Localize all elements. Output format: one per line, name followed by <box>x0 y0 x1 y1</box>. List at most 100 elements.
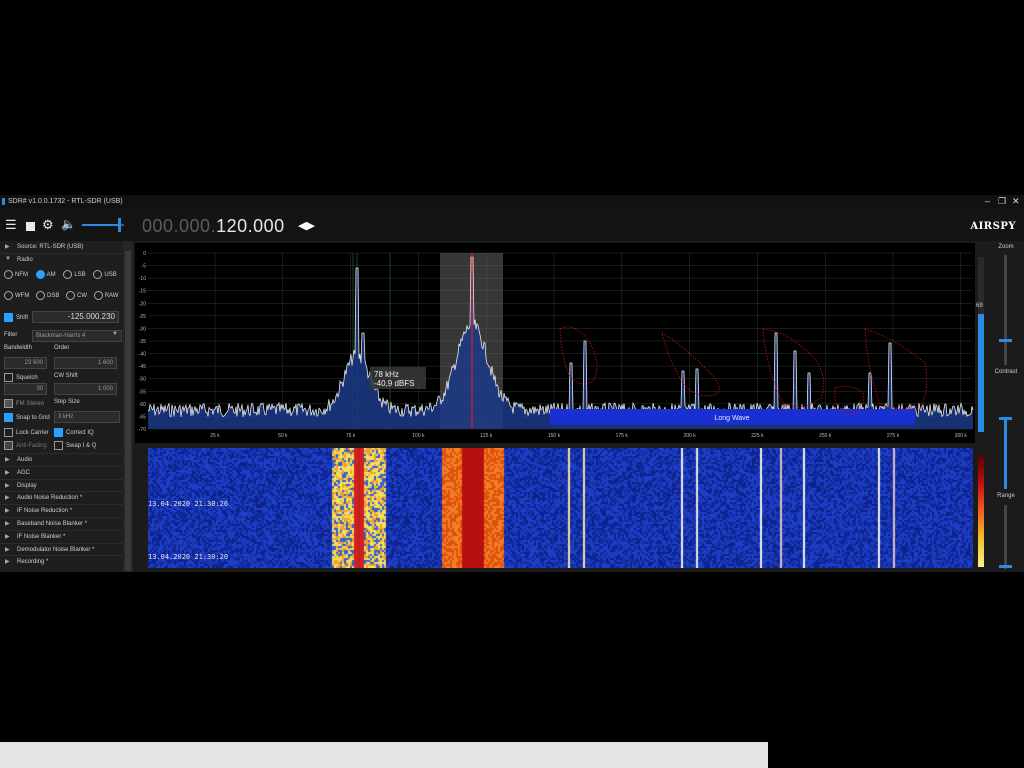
section-demodulator-noise-blanker[interactable]: ▶ Demodulator Noise Blanker * <box>0 542 123 556</box>
x-tick-label: 225 k <box>751 433 764 439</box>
step-size-label: Step Size <box>54 399 80 405</box>
signal-level-fill <box>978 314 984 432</box>
cw-shift-input[interactable]: 1 000 <box>54 383 117 395</box>
volume-slider-knob[interactable] <box>118 218 121 232</box>
x-tick-label: 300 k <box>955 433 968 439</box>
zoom-slider[interactable] <box>1004 255 1007 365</box>
window-title: SDR# v1.0.0.1732 - RTL-SDR (USB) <box>8 198 123 205</box>
bandwidth-label: Bandwidth <box>4 345 33 351</box>
y-tick-label: -40 <box>139 352 146 358</box>
volume-slider[interactable] <box>82 218 124 232</box>
sidebar-scrollbar[interactable] <box>123 241 133 572</box>
maximize-icon[interactable]: ❐ <box>998 196 1006 207</box>
mode-usb[interactable]: USB <box>93 270 117 279</box>
speaker-icon[interactable]: 🔈 <box>61 218 76 231</box>
contrast-slider[interactable] <box>1004 419 1007 489</box>
stop-icon[interactable] <box>26 220 35 233</box>
section-audio[interactable]: ▶ Audio <box>0 453 123 466</box>
frequency-display[interactable]: 000.000.120.000 <box>142 216 285 237</box>
y-tick-label: -55 <box>139 389 146 395</box>
tune-arrows-icon[interactable]: ◀▶ <box>298 219 315 232</box>
waterfall-color-bar <box>978 455 984 567</box>
radio-icon <box>63 270 73 279</box>
shift-checkbox[interactable]: Shift <box>4 313 28 322</box>
section-label: Display <box>17 482 37 489</box>
bandwidth-input[interactable]: 23 600 <box>4 357 47 369</box>
radio-icon <box>4 270 13 279</box>
checkbox-disabled-icon <box>4 441 13 450</box>
checkbox-icon <box>54 441 63 450</box>
section-if-noise-reduction[interactable]: ▶ IF Noise Reduction * <box>0 504 123 517</box>
lock-carrier-checkbox[interactable]: Lock Carrier <box>4 428 49 437</box>
section-source[interactable]: ▶ Source: RTL-SDR (USB) <box>0 241 123 253</box>
y-axis-ticks: 0 -5 -10 -15 -20 -25 -30 -35 -40 -45 -50 -55 -60 -65 -… <box>139 251 146 433</box>
scrollbar-thumb[interactable] <box>125 251 131 571</box>
menu-icon[interactable]: ☰ <box>5 218 17 231</box>
mode-am[interactable]: AM <box>35 270 56 279</box>
expand-arrow-icon: ▶ <box>5 559 10 566</box>
x-tick-label: 175 k <box>616 433 629 439</box>
expand-arrow-icon: ▶ <box>5 244 10 250</box>
section-display[interactable]: ▶ Display <box>0 478 123 492</box>
app-icon <box>2 198 5 205</box>
section-label: AGC <box>17 469 31 476</box>
x-tick-label: 250 k <box>819 433 832 439</box>
gear-icon[interactable]: ⚙ <box>42 218 54 231</box>
mode-nfm[interactable]: NFM <box>4 270 28 279</box>
zoom-slider-knob[interactable] <box>999 339 1012 342</box>
x-tick-label: 25 k <box>210 433 220 439</box>
expand-arrow-icon: ▶ <box>5 482 10 489</box>
y-tick-label: -5 <box>142 264 147 270</box>
mode-wfm[interactable]: WFM <box>4 291 29 300</box>
y-tick-label: -30 <box>139 326 146 332</box>
section-agc[interactable]: ▶ AGC <box>0 465 123 479</box>
step-size-select[interactable]: 3 kHz <box>54 411 120 423</box>
radio-icon <box>36 291 45 300</box>
squelch-checkbox[interactable]: Squelch <box>4 373 38 382</box>
section-if-noise-blanker[interactable]: ▶ IF Noise Blanker * <box>0 529 123 543</box>
spectrum-display[interactable]: Long Wave 0 -5 -10 -15 -20 -25 -30 -35 -40 -45 -50… <box>135 243 975 443</box>
shift-input[interactable]: -125.000.230 <box>32 311 119 323</box>
x-tick-label: 275 k <box>887 433 900 439</box>
filter-select[interactable]: Blackman-Harris 4 <box>32 330 122 342</box>
snap-to-grid-checkbox[interactable]: Snap to Grid <box>4 413 50 422</box>
swap-iq-checkbox[interactable]: Swap I & Q <box>54 441 96 450</box>
section-label: Audio Noise Reduction * <box>17 495 83 502</box>
anti-fading-checkbox[interactable]: Anti-Fading <box>4 441 47 450</box>
cw-shift-label: CW Shift <box>54 373 78 379</box>
section-label: Audio <box>17 457 33 463</box>
fm-stereo-checkbox[interactable]: FM Stereo <box>4 399 44 408</box>
checkbox-icon <box>4 373 13 382</box>
radio-selected-icon <box>35 270 45 279</box>
range-slider[interactable] <box>1004 505 1007 569</box>
source-label: Source: RTL-SDR (USB) <box>17 244 84 250</box>
range-slider-knob[interactable] <box>999 565 1012 568</box>
radio-icon <box>93 291 103 300</box>
cursor-level: -40,9 dBFS <box>374 379 414 388</box>
correct-iq-checkbox[interactable]: Correct IQ <box>54 428 94 437</box>
toolbar: ☰ ⚙ 🔈 000.000.120.000 ◀▶ AIRSPY <box>0 209 1024 241</box>
y-tick-label: -45 <box>139 364 146 370</box>
section-audio-noise-reduction[interactable]: ▶ Audio Noise Reduction * <box>0 491 123 504</box>
section-recording[interactable]: ▶ Recording * <box>0 555 123 568</box>
mode-raw[interactable]: RAW <box>93 291 118 300</box>
expand-arrow-icon: ▶ <box>5 508 10 515</box>
mode-lsb[interactable]: LSB <box>63 270 86 279</box>
mode-dsb[interactable]: DSB <box>36 291 59 300</box>
bottom-strip <box>0 742 768 768</box>
section-radio[interactable]: ▼ Radio <box>0 253 123 266</box>
waterfall-timestamp-1: 13.04.2020 21:30:26 <box>148 500 229 508</box>
range-label: Range <box>997 493 1015 499</box>
expand-arrow-icon: ▶ <box>5 521 10 527</box>
order-input[interactable]: 1 600 <box>54 357 117 369</box>
radio-icon <box>4 291 13 300</box>
close-icon[interactable]: ✕ <box>1012 196 1020 207</box>
mode-cw[interactable]: CW <box>66 291 87 300</box>
contrast-label: Contrast <box>994 369 1018 375</box>
waterfall-display[interactable] <box>148 448 973 568</box>
section-baseband-noise-blanker[interactable]: ▶ Baseband Noise Blanker * <box>0 517 123 530</box>
signal-level-bar <box>978 257 984 432</box>
contrast-slider-knob[interactable] <box>999 417 1012 420</box>
squelch-input[interactable]: 30 <box>4 383 47 395</box>
minimize-icon[interactable]: – <box>985 196 990 206</box>
